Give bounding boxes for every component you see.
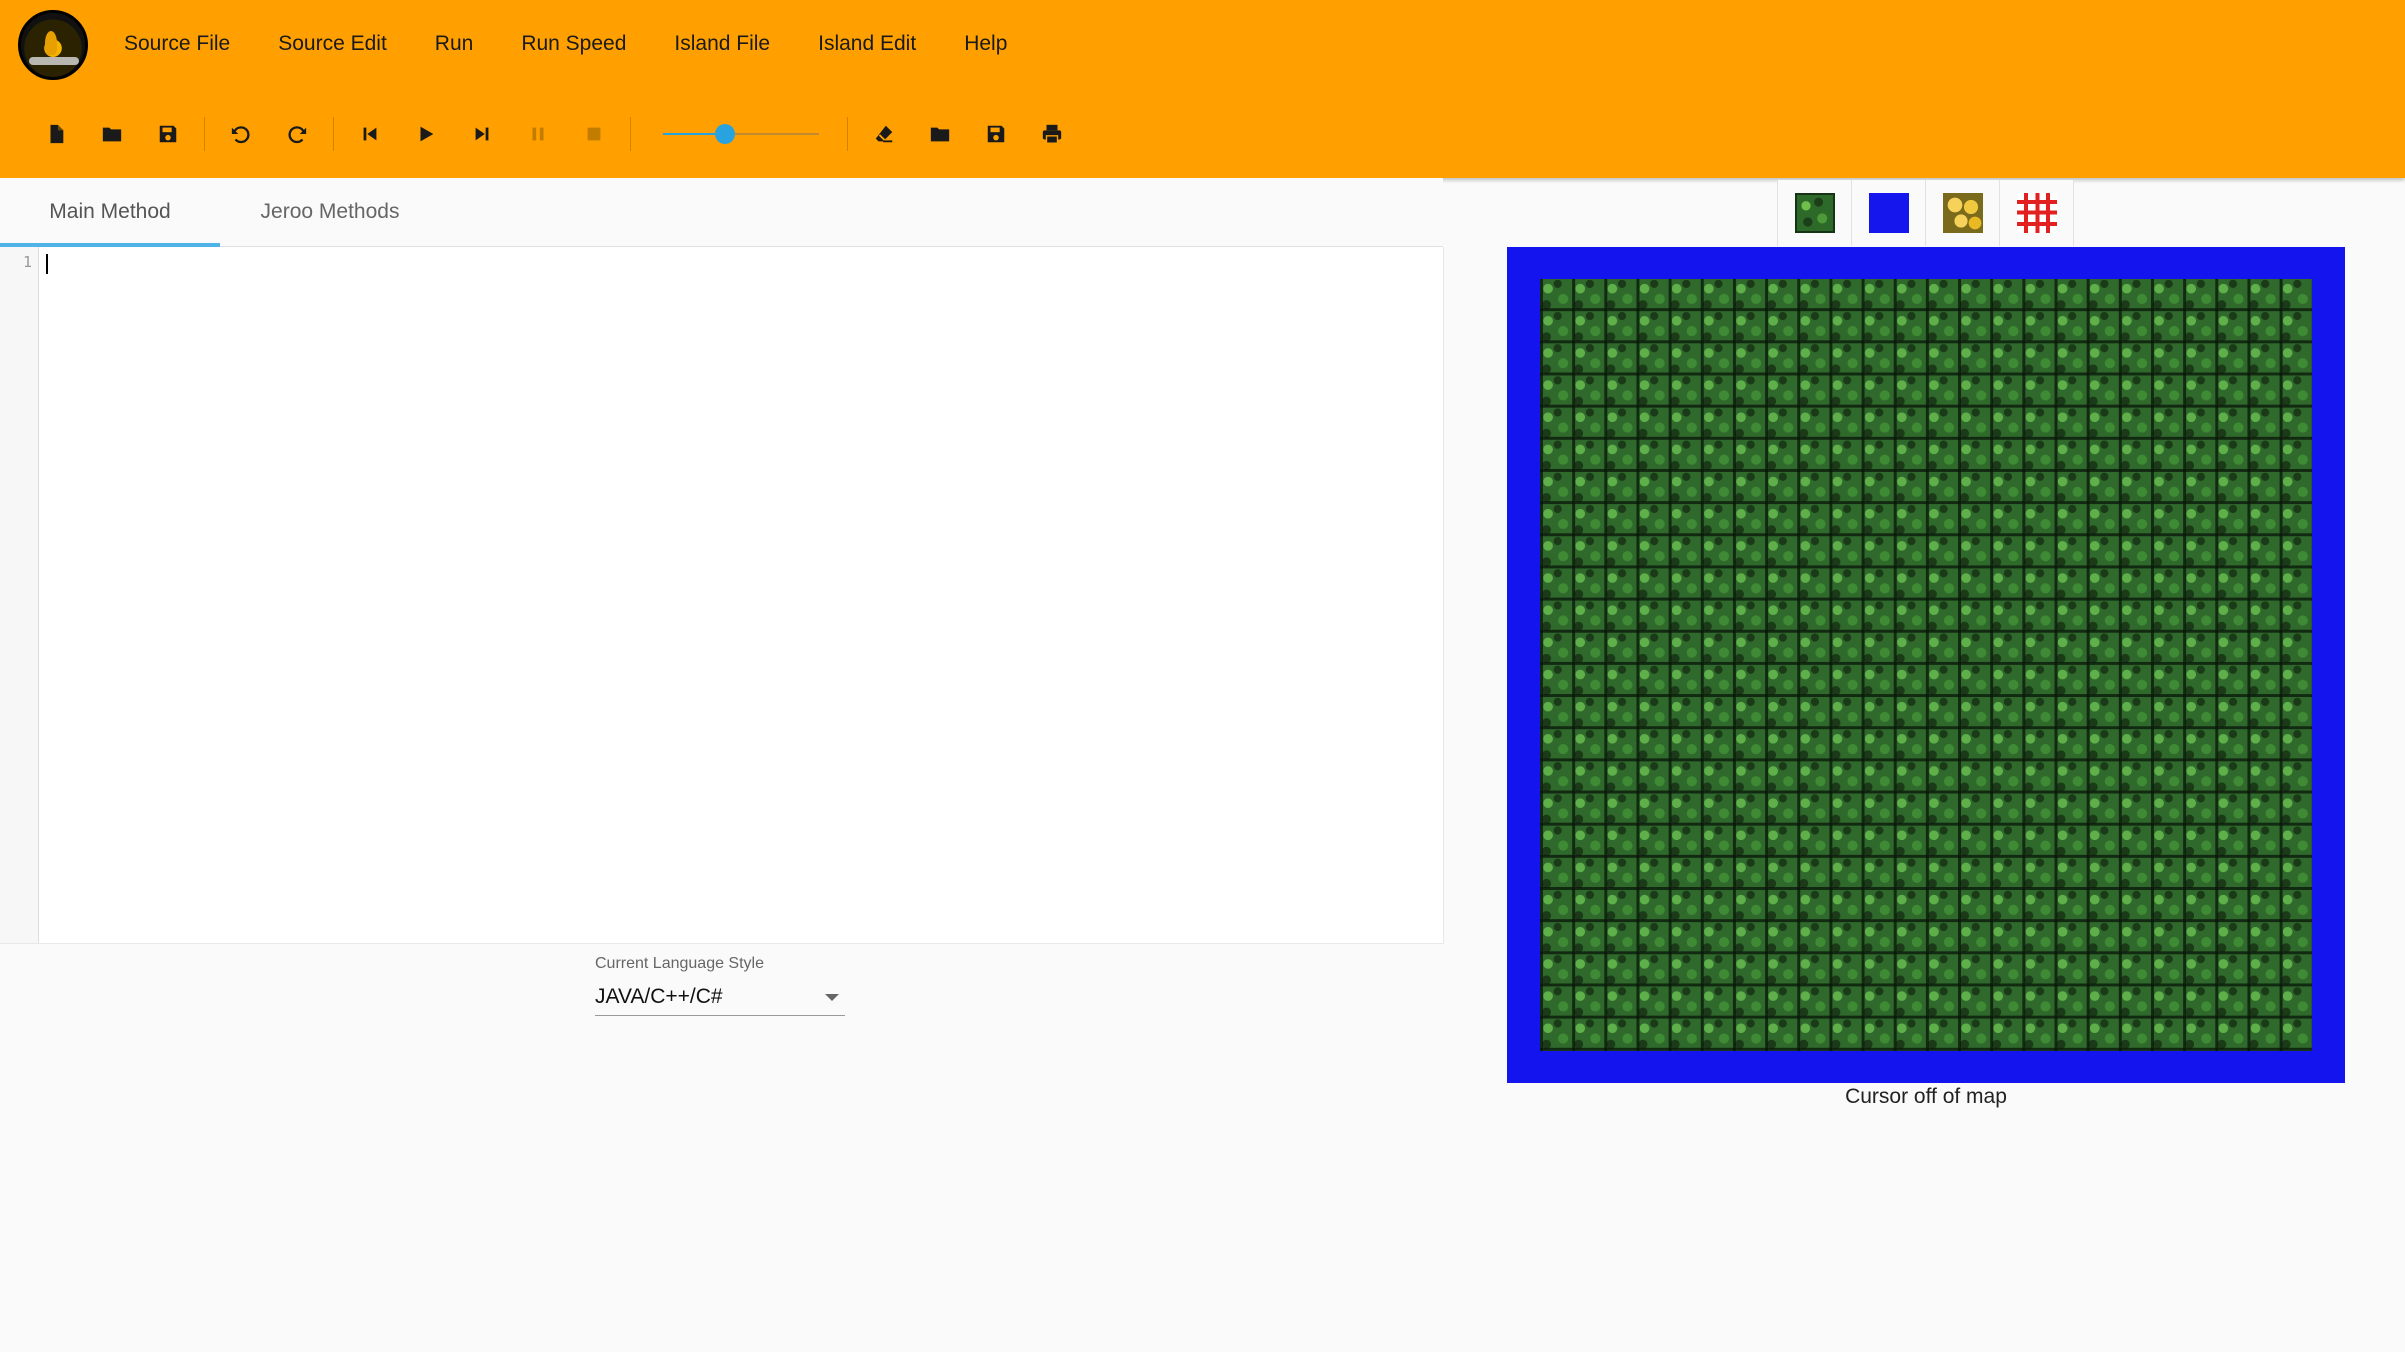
save-island-button[interactable] — [968, 112, 1024, 156]
menu-help[interactable]: Help — [940, 22, 1031, 66]
open-file-button[interactable] — [84, 112, 140, 156]
tab-jeroo-methods[interactable]: Jeroo Methods — [220, 178, 440, 246]
language-style-select[interactable]: Current Language Style JAVA/C++/C# — [595, 955, 845, 1016]
menu-source-edit[interactable]: Source Edit — [254, 22, 411, 66]
toolbar — [28, 112, 1080, 156]
line-number: 1 — [22, 253, 32, 271]
flower-tile-button[interactable] — [1926, 180, 2000, 246]
app-bar: Source File Source Edit Run Run Speed Is… — [0, 0, 2405, 178]
new-file-button[interactable] — [28, 112, 84, 156]
map-cursor-status: Cursor off of map — [1845, 1085, 2007, 1108]
undo-icon — [231, 126, 250, 144]
grass-tile-button[interactable] — [1778, 180, 1852, 246]
redo-icon — [288, 126, 307, 144]
eraser-icon — [875, 125, 893, 143]
water-tile-button[interactable] — [1852, 180, 1926, 246]
grass-tile-icon — [1794, 193, 1835, 233]
run-icon — [420, 126, 434, 142]
stop-icon — [587, 127, 601, 141]
dropdown-arrow-icon — [825, 994, 839, 1001]
language-style-value: JAVA/C++/C# — [595, 985, 723, 1008]
jeroo-logo-figure — [45, 31, 57, 55]
redo-button[interactable] — [269, 112, 325, 156]
open-island-button[interactable] — [912, 112, 968, 156]
menu-run[interactable]: Run — [411, 22, 498, 66]
toolbar-divider — [847, 117, 848, 151]
jeroo-logo — [18, 10, 88, 80]
reset-icon — [363, 127, 377, 141]
open-island-icon — [930, 127, 950, 142]
clear-island-button[interactable] — [856, 112, 912, 156]
stop-button[interactable] — [566, 112, 622, 156]
line-number-gutter: 1 — [0, 247, 39, 943]
island-land-grid[interactable] — [1540, 279, 2312, 1051]
editor-tabs: Main Method Jeroo Methods — [0, 178, 1443, 247]
step-button[interactable] — [454, 112, 510, 156]
code-editor[interactable]: 1 — [0, 247, 1444, 944]
run-button[interactable] — [398, 112, 454, 156]
net-tile-icon — [2016, 193, 2057, 233]
menu-island-edit[interactable]: Island Edit — [794, 22, 940, 66]
flower-tile-icon — [1942, 193, 1983, 233]
text-cursor — [46, 254, 48, 274]
menu-island-file[interactable]: Island File — [650, 22, 794, 66]
print-icon — [1042, 124, 1062, 144]
toolbar-divider — [204, 117, 205, 151]
save-island-icon — [987, 125, 1005, 143]
menu-source-file[interactable]: Source File — [100, 22, 254, 66]
language-style-label: Current Language Style — [595, 955, 764, 972]
net-tile-button[interactable] — [2000, 180, 2074, 246]
toolbar-divider — [630, 117, 631, 151]
language-style-dropdown[interactable]: JAVA/C++/C# — [595, 981, 845, 1016]
tile-palette — [1777, 180, 2074, 246]
open-folder-icon — [102, 127, 122, 142]
slider-thumb[interactable] — [715, 124, 736, 144]
menu-run-speed[interactable]: Run Speed — [497, 22, 650, 66]
step-icon — [475, 127, 489, 141]
pause-button[interactable] — [510, 112, 566, 156]
toolbar-divider — [333, 117, 334, 151]
menu-bar: Source File Source Edit Run Run Speed Is… — [100, 22, 1031, 66]
water-tile-icon — [1868, 193, 1909, 233]
tab-main-method[interactable]: Main Method — [0, 178, 220, 247]
run-speed-slider[interactable] — [663, 112, 819, 156]
new-file-icon — [50, 124, 64, 144]
jeroo-logo-water — [29, 57, 79, 65]
save-icon — [159, 125, 177, 143]
print-island-button[interactable] — [1024, 112, 1080, 156]
reset-button[interactable] — [342, 112, 398, 156]
save-file-button[interactable] — [140, 112, 196, 156]
pause-icon — [532, 127, 544, 141]
undo-button[interactable] — [213, 112, 269, 156]
island-map[interactable] — [1507, 247, 2345, 1083]
